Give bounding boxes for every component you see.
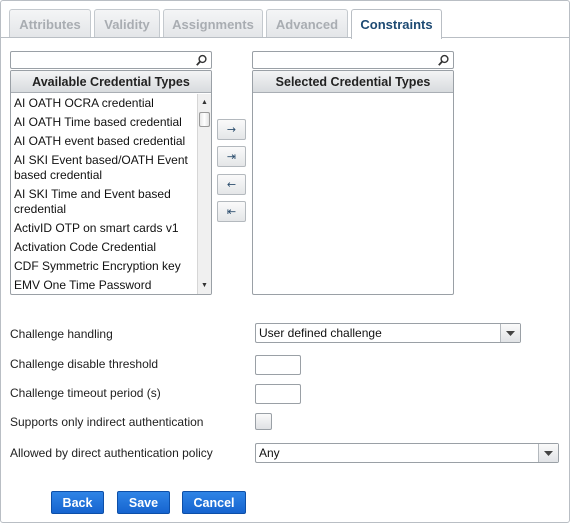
indirect-auth-checkbox[interactable] <box>255 413 272 430</box>
list-item[interactable]: AI SKI Event based/OATH Event based cred… <box>11 151 197 185</box>
tab-divider <box>1 37 569 38</box>
selected-credential-list: Selected Credential Types <box>252 70 454 295</box>
challenge-timeout-box <box>255 384 301 404</box>
available-search-box <box>10 51 212 69</box>
list-item[interactable]: Activation Code Credential <box>11 238 197 257</box>
scroll-down-icon[interactable]: ▼ <box>198 279 211 292</box>
selected-search-box <box>252 51 454 69</box>
available-list-header: Available Credential Types <box>11 71 211 93</box>
indirect-auth-label: Supports only indirect authentication <box>10 415 204 429</box>
tab-bar: Attributes Validity Assignments Advanced… <box>1 1 569 39</box>
available-search-input[interactable] <box>13 53 191 67</box>
list-item[interactable]: EMV One Time Password <box>11 276 197 294</box>
scroll-up-icon[interactable]: ▲ <box>198 96 211 109</box>
list-item[interactable]: AI OATH OCRA credential <box>11 94 197 113</box>
chevron-down-icon[interactable] <box>500 324 520 342</box>
challenge-timeout-label: Challenge timeout period (s) <box>10 386 161 400</box>
search-icon[interactable] <box>437 54 450 67</box>
remove-button[interactable]: ← <box>217 174 246 195</box>
add-all-button[interactable]: ⇥ <box>217 146 246 167</box>
available-list-body: AI OATH OCRA credential AI OATH Time bas… <box>11 94 197 294</box>
add-button[interactable]: → <box>217 119 246 140</box>
available-list-scrollbar[interactable]: ▲ ▼ <box>197 94 211 294</box>
available-credential-list: Available Credential Types AI OATH OCRA … <box>10 70 212 295</box>
challenge-handling-value: User defined challenge <box>259 326 382 340</box>
list-item[interactable]: ActivID OTP on smart cards v1 <box>11 219 197 238</box>
tab-attributes[interactable]: Attributes <box>9 9 91 38</box>
selected-list-body[interactable] <box>253 94 453 294</box>
challenge-handling-select[interactable]: User defined challenge <box>255 323 521 343</box>
window-frame: Attributes Validity Assignments Advanced… <box>0 0 570 523</box>
direct-auth-policy-value: Any <box>259 446 280 460</box>
list-item[interactable]: AI SKI Time and Event based credential <box>11 185 197 219</box>
list-item[interactable]: CDF Symmetric Encryption key <box>11 257 197 276</box>
challenge-timeout-input[interactable] <box>256 385 300 403</box>
challenge-disable-threshold-box <box>255 355 301 375</box>
remove-all-button[interactable]: ⇤ <box>217 201 246 222</box>
list-item[interactable]: AI OATH event based credential <box>11 132 197 151</box>
tab-constraints[interactable]: Constraints <box>351 9 442 39</box>
challenge-disable-threshold-input[interactable] <box>256 356 300 374</box>
selected-list-header: Selected Credential Types <box>253 71 453 93</box>
save-button[interactable]: Save <box>117 491 170 514</box>
direct-auth-policy-label: Allowed by direct authentication policy <box>10 446 213 460</box>
list-item[interactable]: AI OATH Time based credential <box>11 113 197 132</box>
search-icon[interactable] <box>195 54 208 67</box>
direct-auth-policy-select[interactable]: Any <box>255 443 559 463</box>
tab-validity[interactable]: Validity <box>94 9 160 38</box>
cancel-button[interactable]: Cancel <box>182 491 246 514</box>
tab-advanced[interactable]: Advanced <box>266 9 348 38</box>
scroll-thumb[interactable] <box>199 112 210 127</box>
selected-search-input[interactable] <box>255 53 433 67</box>
back-button[interactable]: Back <box>51 491 104 514</box>
challenge-handling-label: Challenge handling <box>10 327 113 341</box>
tab-assignments[interactable]: Assignments <box>163 9 263 38</box>
challenge-disable-threshold-label: Challenge disable threshold <box>10 357 159 371</box>
chevron-down-icon[interactable] <box>538 444 558 462</box>
